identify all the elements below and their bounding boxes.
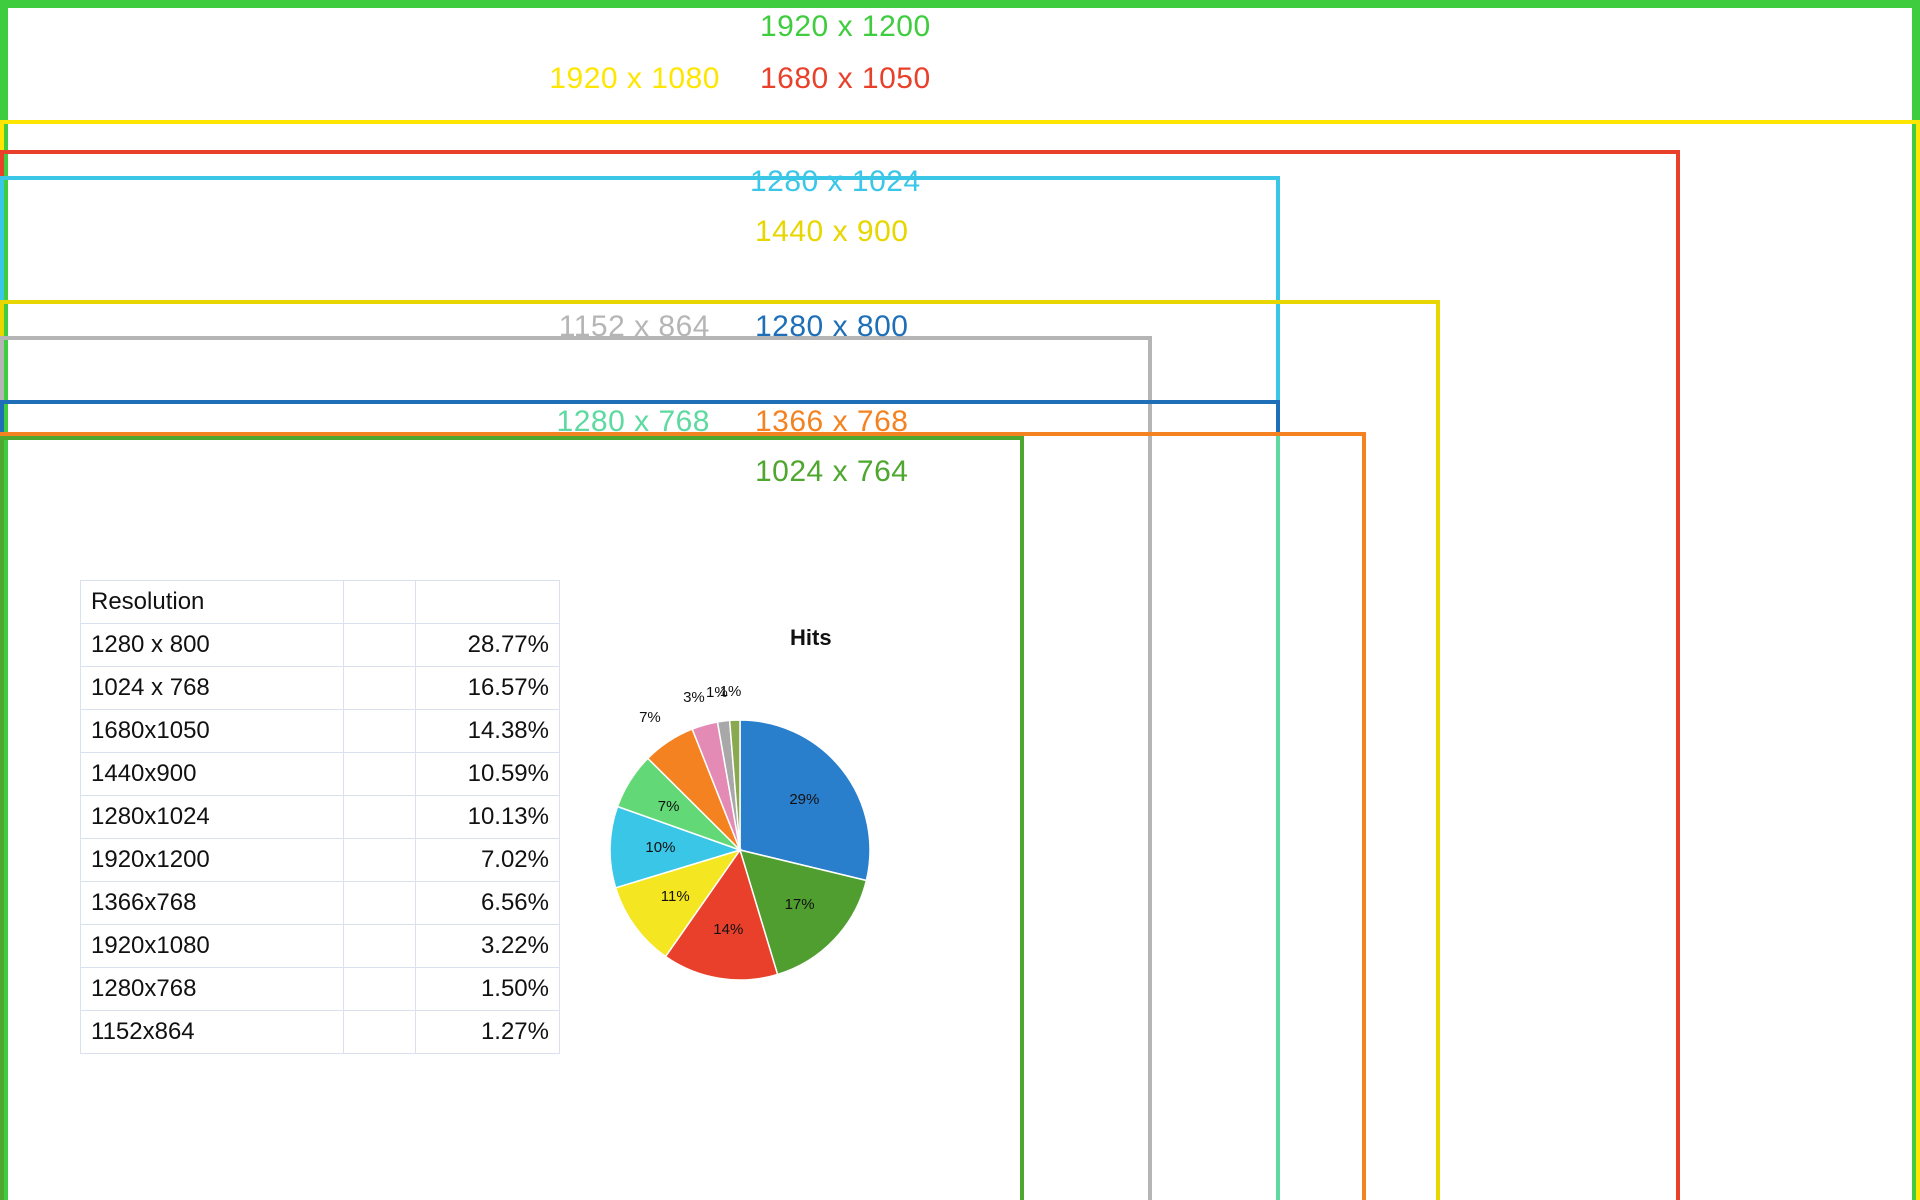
table-cell (344, 882, 416, 925)
table-row: 1024 x 768 16.57% (81, 667, 560, 710)
table-cell-percent: 6.56% (416, 882, 560, 925)
table-cell (344, 1011, 416, 1054)
table-cell-percent: 28.77% (416, 624, 560, 667)
table-cell-percent: 7.02% (416, 839, 560, 882)
table-row: 1280x1024 10.13% (81, 796, 560, 839)
table-cell-percent: 10.59% (416, 753, 560, 796)
table-cell (344, 968, 416, 1011)
table-row: 1920x1080 3.22% (81, 925, 560, 968)
table-row: 1152x864 1.27% (81, 1011, 560, 1054)
pie-slice-label: 11% (661, 888, 690, 905)
pie-slice-label: 17% (785, 896, 815, 913)
table-header: Resolution (81, 581, 344, 624)
pie-slice-label: 29% (789, 791, 819, 808)
table-cell-percent: 16.57% (416, 667, 560, 710)
pie-slice-label: 10% (645, 839, 675, 856)
table-cell-percent: 10.13% (416, 796, 560, 839)
table-cell: 1152x864 (81, 1011, 344, 1054)
table-cell: 1280x768 (81, 968, 344, 1011)
pie-slice-label: 3% (683, 689, 705, 706)
table-header (416, 581, 560, 624)
table-cell (344, 667, 416, 710)
table-cell (344, 753, 416, 796)
table-header (344, 581, 416, 624)
pie-slice-label: 1% (720, 683, 742, 700)
table-cell: 1024 x 768 (81, 667, 344, 710)
table-cell: 1680x1050 (81, 710, 344, 753)
table-cell-percent: 1.27% (416, 1011, 560, 1054)
table-row: 1920x1200 7.02% (81, 839, 560, 882)
pie-slice-label: 7% (639, 709, 661, 726)
table-cell: 1440x900 (81, 753, 344, 796)
table-cell: 1366x768 (81, 882, 344, 925)
table-row: 1366x768 6.56% (81, 882, 560, 925)
table-cell (344, 710, 416, 753)
table-cell (344, 925, 416, 968)
table-cell: 1920x1080 (81, 925, 344, 968)
table-cell-percent: 14.38% (416, 710, 560, 753)
table-cell (344, 624, 416, 667)
pie-slice-label: 7% (658, 798, 680, 815)
table-cell-percent: 3.22% (416, 925, 560, 968)
table-cell-percent: 1.50% (416, 968, 560, 1011)
table-cell: 1280x1024 (81, 796, 344, 839)
table-cell (344, 839, 416, 882)
pie-title: Hits (790, 625, 832, 651)
table-cell: 1280 x 800 (81, 624, 344, 667)
table-row: 1280 x 800 28.77% (81, 624, 560, 667)
table-row: 1680x1050 14.38% (81, 710, 560, 753)
table-row: 1440x900 10.59% (81, 753, 560, 796)
resolution-table: Resolution1280 x 800 28.77% 1024 x 768 16.5… (80, 580, 560, 1054)
table-row: 1280x768 1.50% (81, 968, 560, 1011)
table-cell (344, 796, 416, 839)
pie-slice-label: 14% (713, 921, 743, 938)
table-cell: 1920x1200 (81, 839, 344, 882)
